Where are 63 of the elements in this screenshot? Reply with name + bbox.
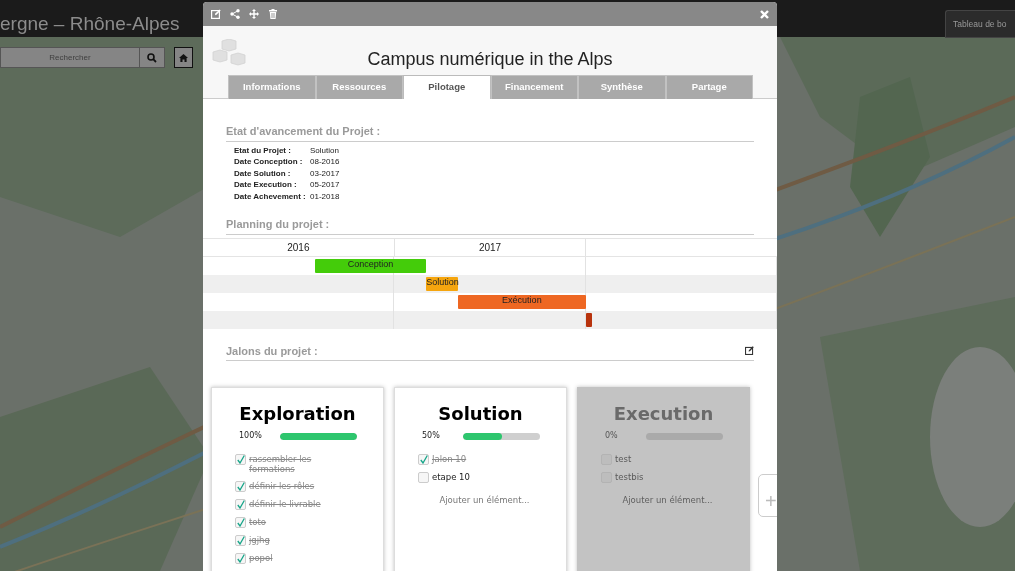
section-heading: Planning du projet :: [226, 217, 330, 232]
checkbox[interactable]: [235, 454, 246, 465]
tab[interactable]: Partage: [665, 75, 753, 99]
checklist-item: popol: [249, 553, 274, 563]
add-column-button[interactable]: +: [758, 474, 777, 517]
trash-icon[interactable]: [268, 9, 278, 19]
checkbox[interactable]: [418, 454, 429, 465]
checklist-item: définir le livrable: [249, 499, 322, 509]
section-heading: Jalons du projet :: [226, 343, 318, 359]
checkbox[interactable]: [235, 535, 246, 546]
checkbox[interactable]: [235, 481, 246, 492]
year-label: 2016: [287, 241, 310, 253]
field-label: Date Achevement :: [234, 190, 307, 202]
home-button[interactable]: [174, 47, 193, 68]
checklist-item: jgjhg: [249, 535, 271, 545]
tab[interactable]: Informations: [228, 75, 316, 99]
search-field[interactable]: Rechercher: [0, 47, 140, 68]
checklist-item: test: [615, 454, 633, 464]
field-label: Date Execution :: [234, 179, 298, 191]
checkbox[interactable]: [235, 553, 246, 564]
share-icon[interactable]: [230, 9, 240, 19]
checkbox[interactable]: [235, 499, 246, 510]
home-icon: [179, 53, 188, 62]
progress-percent: 100%: [239, 430, 263, 442]
checklist-item: etape 10: [432, 472, 471, 482]
year-label: 2017: [478, 241, 502, 253]
tab[interactable]: Financement: [490, 75, 578, 99]
checklist-item: testbis: [615, 472, 645, 482]
tab[interactable]: Ressources: [315, 75, 403, 99]
field-value: 08-2016: [310, 156, 340, 168]
add-item-link[interactable]: Ajouter un élément...: [395, 494, 566, 507]
section-heading: Etat d'avancement du Projet :: [226, 124, 381, 139]
field-label: Date Conception :: [234, 156, 304, 168]
dashboard-button[interactable]: Tableau de bo: [945, 10, 1015, 38]
checklist-item: définir les rôles: [249, 481, 316, 491]
field-value: Solution: [310, 144, 339, 156]
edit-icon[interactable]: [745, 346, 754, 355]
checklist-item: toto: [249, 517, 268, 527]
card-title: Exploration: [238, 402, 357, 426]
dialog-title: Campus numérique in the Alps: [367, 49, 613, 69]
region-subtitle: ergne – Rhône-Alpes: [0, 14, 180, 33]
field-label: Etat du Projet :: [234, 144, 292, 156]
card-title: Execution: [612, 402, 715, 426]
search-icon: [147, 52, 157, 63]
tab[interactable]: Synthèse: [578, 75, 666, 99]
search-button[interactable]: [140, 47, 165, 68]
checkbox[interactable]: [418, 472, 429, 483]
field-value: 01-2018: [310, 190, 340, 202]
field-label: Date Solution :: [234, 167, 292, 179]
field-value: 05-2017: [310, 179, 340, 191]
progress-percent: 0%: [605, 430, 619, 442]
cubes-icon: [211, 39, 247, 69]
checklist-item: Jalon 10: [432, 454, 468, 464]
gantt-bar: Conception: [314, 258, 427, 273]
checkbox[interactable]: [235, 517, 246, 528]
field-value: 03-2017: [310, 167, 340, 179]
gantt-bar: Exécution: [458, 294, 586, 309]
close-icon[interactable]: [760, 9, 769, 19]
tab[interactable]: Pilotage: [403, 75, 491, 99]
progress-percent: 50%: [422, 430, 441, 442]
checklist-item: rassembler les formations: [249, 454, 313, 474]
card-title: Solution: [437, 402, 524, 426]
move-icon[interactable]: [249, 9, 259, 19]
